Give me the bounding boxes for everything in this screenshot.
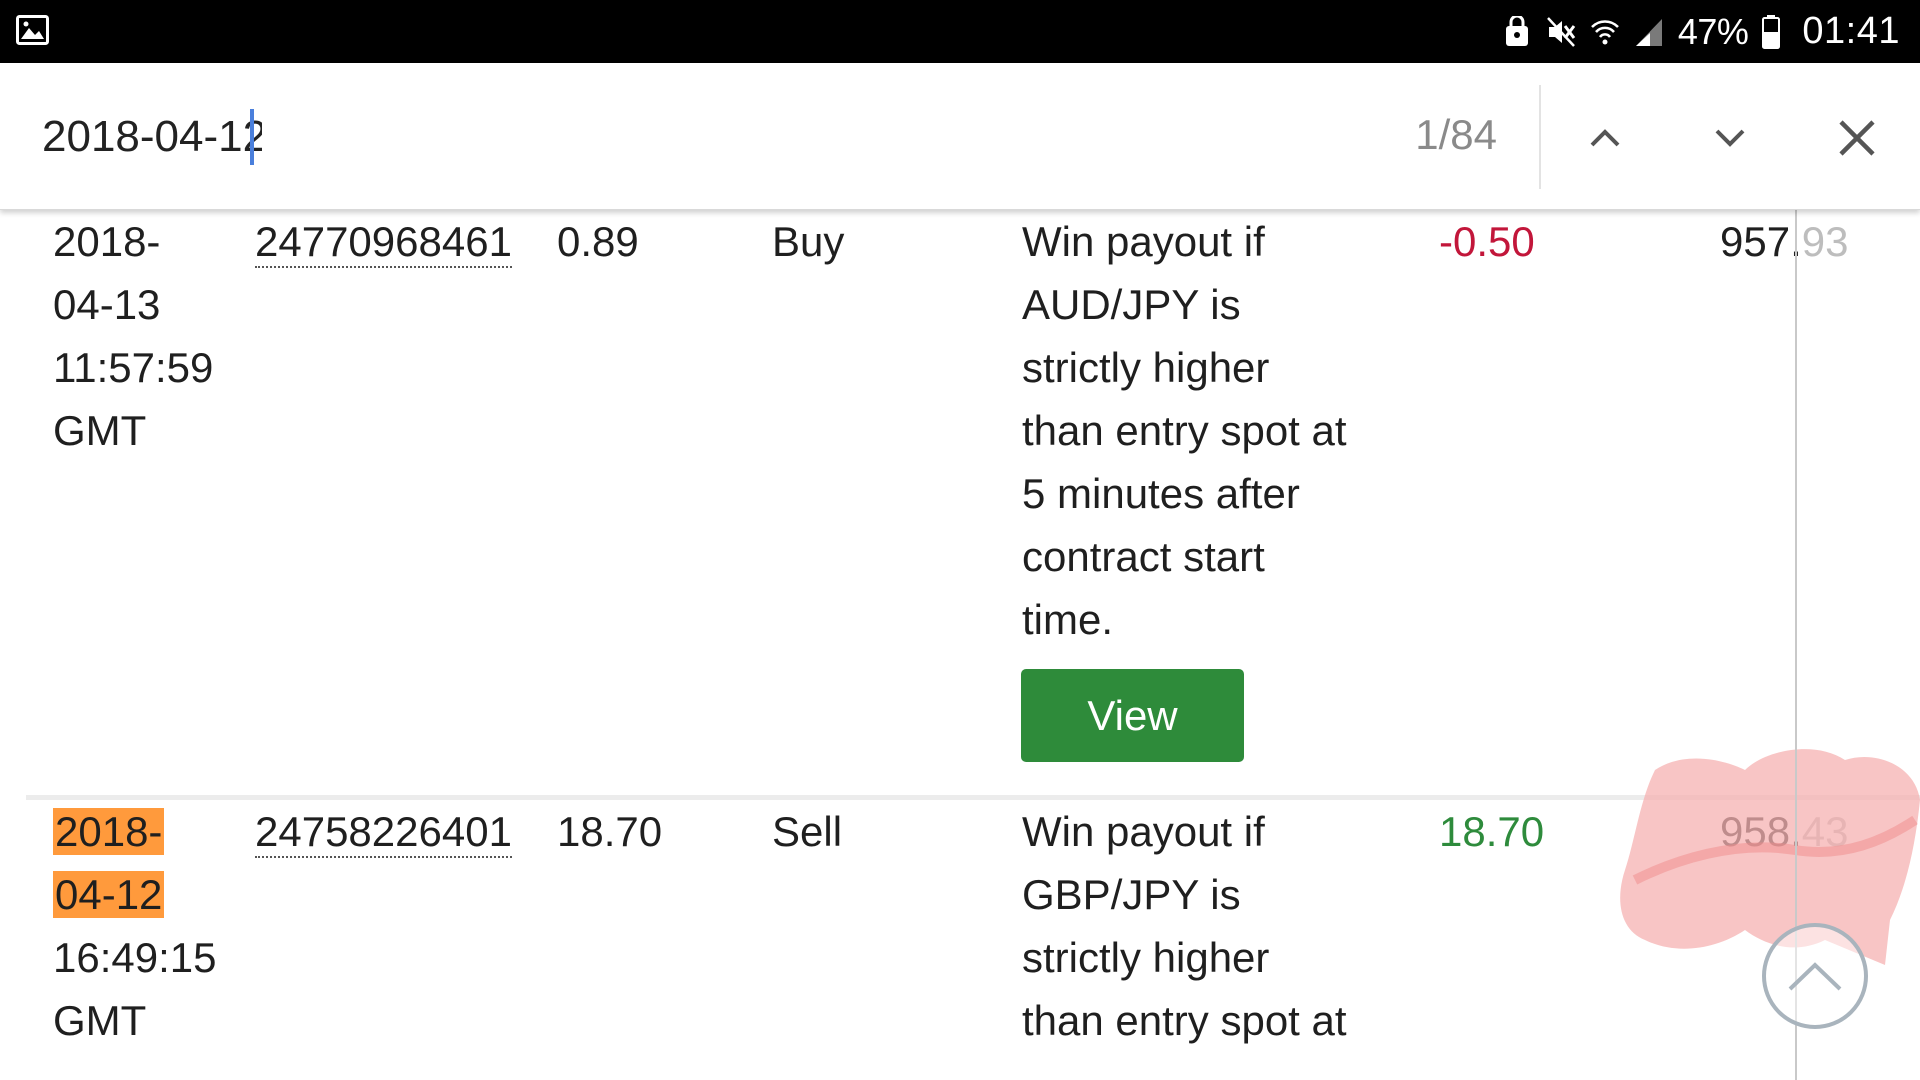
match-counter: 1/84	[1415, 111, 1497, 158]
battery-percent: 47%	[1677, 10, 1749, 52]
close-icon	[1839, 120, 1875, 156]
screen: 47% 01:41 1/84	[0, 0, 1920, 1080]
status-icons: 47% 01:41	[1502, 0, 1900, 63]
find-input-wrap	[42, 105, 262, 169]
action-type: Buy	[772, 218, 845, 265]
view-button[interactable]: View	[1021, 669, 1244, 762]
find-match-highlight: 04-12	[53, 871, 165, 918]
find-input[interactable]	[42, 112, 262, 162]
action-type: Sell	[772, 808, 843, 855]
credit-debit-amount: -0.50	[1439, 218, 1535, 265]
cell-signal-icon	[1635, 18, 1662, 46]
status-bar: 47% 01:41	[0, 0, 1920, 63]
clock: 01:41	[1802, 10, 1900, 52]
vpn-key-icon	[1505, 15, 1528, 46]
balance: 957.93	[1720, 218, 1849, 265]
gallery-icon	[16, 15, 49, 45]
close-find-button[interactable]	[1822, 103, 1892, 173]
chevron-up-icon	[1590, 129, 1620, 147]
find-match-highlight: 2018-	[53, 808, 165, 855]
reference-id-link[interactable]: 24770968461	[255, 210, 512, 273]
scroll-to-top-button[interactable]	[1762, 923, 1868, 1029]
statement-table: 2018- 04-13 11:57:59 GMT 24770968461 0.8…	[0, 210, 1920, 1080]
table-row: 2018- 04-13 11:57:59 GMT 24770968461 0.8…	[0, 210, 1920, 800]
divider	[1539, 85, 1541, 189]
table-row: 2018- 04-12 16:49:15 GMT 24758226401 18.…	[0, 800, 1920, 1080]
contract-description: Win payout if AUD/JPY is strictly higher…	[1022, 218, 1347, 643]
mute-icon	[1546, 16, 1576, 47]
text-caret	[250, 109, 254, 165]
battery-icon	[1762, 14, 1781, 49]
find-in-page-bar: 1/84	[0, 63, 1920, 210]
credit-debit-amount: 18.70	[1439, 808, 1545, 855]
purchase-price: 0.89	[557, 218, 639, 265]
previous-match-button[interactable]	[1570, 103, 1640, 173]
chevron-down-icon	[1715, 129, 1745, 147]
purchase-price: 18.70	[557, 808, 663, 855]
reference-id-link[interactable]: 24758226401	[255, 800, 512, 863]
transaction-date: 2018- 04-13 11:57:59 GMT	[53, 218, 214, 454]
wifi-icon	[1590, 19, 1619, 44]
transaction-date: 2018- 04-12 16:49:15 GMT	[53, 808, 217, 1044]
next-match-button[interactable]	[1695, 103, 1765, 173]
balance: 958.43	[1720, 808, 1849, 855]
chevron-up-icon	[1788, 962, 1842, 991]
contract-description: Win payout if GBP/JPY is strictly higher…	[1022, 808, 1347, 1044]
